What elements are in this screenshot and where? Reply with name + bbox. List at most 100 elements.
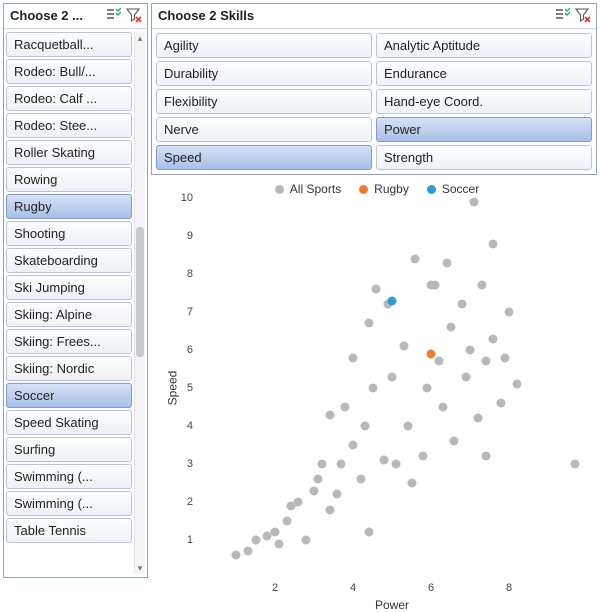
chart-legend: All SportsRugbySoccer xyxy=(155,182,593,198)
data-point xyxy=(446,323,455,332)
scroll-thumb[interactable] xyxy=(136,227,144,357)
data-point xyxy=(411,254,420,263)
list-item[interactable]: Skiing: Frees... xyxy=(6,329,132,354)
sports-slicer-title: Choose 2 ... xyxy=(10,8,104,23)
data-point xyxy=(274,539,283,548)
data-point xyxy=(505,308,514,317)
list-item[interactable]: Racquetball... xyxy=(6,32,132,57)
data-point xyxy=(380,456,389,465)
x-tick: 4 xyxy=(350,582,356,594)
list-item[interactable]: Swimming (... xyxy=(6,491,132,516)
data-point xyxy=(458,300,467,309)
x-axis-label: Power xyxy=(197,598,587,612)
skill-item[interactable]: Strength xyxy=(376,145,592,170)
data-point xyxy=(349,441,358,450)
data-point xyxy=(571,460,580,469)
clear-filter-icon[interactable] xyxy=(125,6,143,24)
x-axis-ticks: 2468 xyxy=(197,582,587,596)
skill-item[interactable]: Durability xyxy=(156,61,372,86)
data-point xyxy=(427,349,436,358)
data-point xyxy=(399,342,408,351)
y-tick: 5 xyxy=(187,382,193,394)
list-item[interactable]: Ski Jumping xyxy=(6,275,132,300)
clear-filter-icon[interactable] xyxy=(574,6,592,24)
skill-item[interactable]: Endurance xyxy=(376,61,592,86)
skill-item[interactable]: Flexibility xyxy=(156,89,372,114)
legend-entry: Rugby xyxy=(353,182,409,196)
skills-slicer-header: Choose 2 Skills xyxy=(152,4,596,29)
data-point xyxy=(325,505,334,514)
scrollbar[interactable]: ▴ ▾ xyxy=(134,32,145,574)
data-point xyxy=(434,357,443,366)
data-point xyxy=(489,239,498,248)
data-point xyxy=(333,490,342,499)
sports-list: Racquetball...Rodeo: Bull/...Rodeo: Calf… xyxy=(6,32,132,574)
skills-grid: AgilityAnalytic AptitudeDurabilityEndura… xyxy=(152,29,596,174)
skill-item[interactable]: Power xyxy=(376,117,592,142)
list-item[interactable]: Soccer xyxy=(6,383,132,408)
skill-item[interactable]: Speed xyxy=(156,145,372,170)
data-point xyxy=(313,475,322,484)
data-point xyxy=(388,296,397,305)
y-tick: 3 xyxy=(187,458,193,470)
data-point xyxy=(430,281,439,290)
list-item[interactable]: Rodeo: Stee... xyxy=(6,113,132,138)
skill-item[interactable]: Hand-eye Coord. xyxy=(376,89,592,114)
plot-area xyxy=(197,198,587,578)
data-point xyxy=(497,399,506,408)
list-item[interactable]: Surfing xyxy=(6,437,132,462)
data-point xyxy=(512,380,521,389)
data-point xyxy=(360,422,369,431)
list-item[interactable]: Shooting xyxy=(6,221,132,246)
legend-dot-icon xyxy=(427,185,436,194)
data-point xyxy=(450,437,459,446)
data-point xyxy=(403,422,412,431)
list-item[interactable]: Roller Skating xyxy=(6,140,132,165)
data-point xyxy=(349,353,358,362)
data-point xyxy=(423,384,432,393)
list-item[interactable]: Rowing xyxy=(6,167,132,192)
data-point xyxy=(232,551,241,560)
scatter-chart: All SportsRugbySoccer 12345678910 2468 S… xyxy=(151,178,597,612)
data-point xyxy=(337,460,346,469)
skill-item[interactable]: Nerve xyxy=(156,117,372,142)
list-item[interactable]: Swimming (... xyxy=(6,464,132,489)
multiselect-icon[interactable] xyxy=(104,6,122,24)
y-tick: 8 xyxy=(187,268,193,280)
scroll-up-arrow[interactable]: ▴ xyxy=(135,32,145,44)
skills-slicer-title: Choose 2 Skills xyxy=(158,8,553,23)
data-point xyxy=(251,536,260,545)
data-point xyxy=(356,475,365,484)
list-item[interactable]: Rodeo: Calf ... xyxy=(6,86,132,111)
data-point xyxy=(364,528,373,537)
data-point xyxy=(271,528,280,537)
scroll-down-arrow[interactable]: ▾ xyxy=(135,562,145,574)
data-point xyxy=(368,384,377,393)
data-point xyxy=(310,486,319,495)
list-item[interactable]: Skateboarding xyxy=(6,248,132,273)
legend-entry: All Sports xyxy=(269,182,341,196)
list-item[interactable]: Speed Skating xyxy=(6,410,132,435)
sports-slicer-header: Choose 2 ... xyxy=(4,4,147,29)
data-point xyxy=(501,353,510,362)
data-point xyxy=(294,498,303,507)
list-item[interactable]: Skiing: Alpine xyxy=(6,302,132,327)
list-item[interactable]: Table Tennis xyxy=(6,518,132,543)
list-item[interactable]: Rugby xyxy=(6,194,132,219)
data-point xyxy=(462,372,471,381)
data-point xyxy=(419,452,428,461)
data-point xyxy=(302,536,311,545)
legend-dot-icon xyxy=(359,185,368,194)
multiselect-icon[interactable] xyxy=(553,6,571,24)
list-item[interactable]: Skiing: Nordic xyxy=(6,356,132,381)
data-point xyxy=(325,410,334,419)
x-tick: 8 xyxy=(506,582,512,594)
skill-item[interactable]: Agility xyxy=(156,33,372,58)
list-item[interactable]: Rodeo: Bull/... xyxy=(6,59,132,84)
y-tick: 9 xyxy=(187,230,193,242)
skills-slicer-panel: Choose 2 Skills AgilityAnalytic Aptitude… xyxy=(151,3,597,175)
sports-slicer-panel: Choose 2 ... Racquetball...Rodeo: Bull/.… xyxy=(3,3,148,578)
data-point xyxy=(469,197,478,206)
skill-item[interactable]: Analytic Aptitude xyxy=(376,33,592,58)
data-point xyxy=(477,281,486,290)
